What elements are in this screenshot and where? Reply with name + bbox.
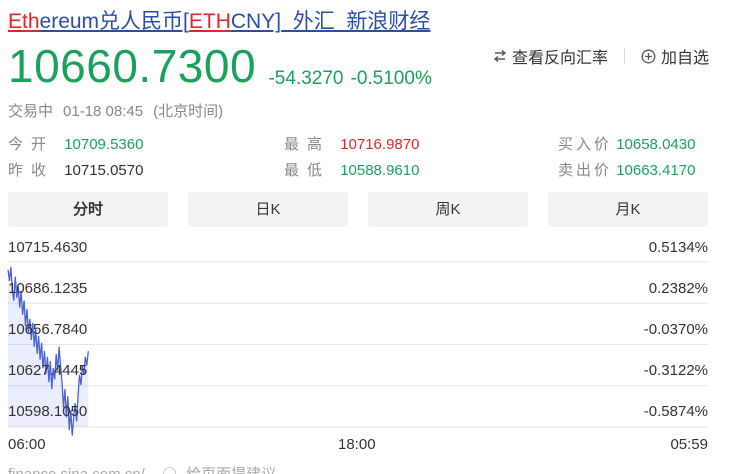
ask-value: 10663.4170 <box>616 162 696 179</box>
high-value: 10716.9870 <box>340 136 420 153</box>
x-tick-start: 06:00 <box>8 436 46 453</box>
change-percent: -0.5100% <box>350 68 432 89</box>
reverse-rate-button[interactable]: 查看反向汇率 <box>493 44 608 68</box>
quote-high: 最高 10716.9870 <box>284 133 419 154</box>
footer-site-link[interactable]: finance.sina.com.cn/ <box>8 466 145 474</box>
quote-prev-close: 昨收 10715.0570 <box>8 159 143 180</box>
prev-close-label: 昨收 <box>8 162 55 179</box>
action-divider <box>623 48 625 64</box>
feedback-icon <box>162 467 176 474</box>
swap-icon <box>493 49 507 63</box>
tab-weekly-k[interactable]: 周K <box>368 192 528 227</box>
title-link-part3[interactable]: ETH <box>189 10 231 33</box>
add-watchlist-label: 加自选 <box>660 50 709 67</box>
y-tick-right-2: -0.0370% <box>643 321 708 338</box>
add-watchlist-button[interactable]: 加自选 <box>641 44 709 68</box>
intraday-chart: 10715.4630 10686.1235 10656.7840 10627.4… <box>0 232 743 474</box>
price-row: 10660.7300 -54.3270 -0.5100% <box>8 38 439 94</box>
trade-status: 交易中 01-18 08:45 (北京时间) <box>8 100 233 121</box>
timezone-label: (北京时间) <box>153 103 224 120</box>
prev-close-value: 10715.0570 <box>64 162 144 179</box>
title-link-part2[interactable]: ereum兑人民币[ <box>40 10 189 33</box>
y-tick-right-4: -0.5874% <box>643 403 708 420</box>
y-tick-left-3: 10627.4445 <box>8 362 88 379</box>
header-actions: 查看反向汇率 加自选 <box>493 44 709 68</box>
y-tick-right-1: 0.2382% <box>648 280 708 297</box>
footer-feedback-link[interactable]: 给页面提建议 <box>186 466 276 474</box>
x-tick-end: 05:59 <box>670 436 708 453</box>
y-tick-left-4: 10598.1050 <box>8 403 88 420</box>
y-tick-right-3: -0.3122% <box>643 362 708 379</box>
trade-time: 01-18 08:45 <box>63 103 144 120</box>
ask-label: 卖出价 <box>558 162 613 179</box>
title-link-part1[interactable]: Eth <box>8 10 40 33</box>
reverse-rate-label: 查看反向汇率 <box>511 50 608 67</box>
quote-bid: 买入价 10658.0430 <box>558 133 695 154</box>
bid-value: 10658.0430 <box>616 136 696 153</box>
plus-circle-icon <box>641 49 656 63</box>
quote-ask: 卖出价 10663.4170 <box>558 159 695 180</box>
quote-low: 最低 10588.9610 <box>284 159 419 180</box>
page-title[interactable]: Ethereum兑人民币[ETHCNY]_外汇_新浪财经 <box>8 8 430 36</box>
last-price: 10660.7300 <box>8 40 257 92</box>
price-change: -54.3270 -0.5100% <box>268 64 438 94</box>
trade-state: 交易中 <box>8 103 54 120</box>
bid-label: 买入价 <box>558 136 613 153</box>
y-tick-left-0: 10715.4630 <box>8 239 88 256</box>
title-link-part4[interactable]: CNY]_外汇_新浪财经 <box>231 10 431 33</box>
y-tick-right-0: 0.5134% <box>648 239 708 256</box>
chart-tabs: 分时 日K 周K 月K <box>8 192 708 227</box>
low-label: 最低 <box>284 162 331 179</box>
page-footer: finance.sina.com.cn/ 给页面提建议 <box>8 463 276 474</box>
tab-monthly-k[interactable]: 月K <box>548 192 708 227</box>
y-tick-left-1: 10686.1235 <box>8 280 88 297</box>
open-label: 今开 <box>8 136 55 153</box>
quote-open: 今开 10709.5360 <box>8 133 143 154</box>
x-tick-mid: 18:00 <box>338 436 376 453</box>
low-value: 10588.9610 <box>340 162 420 179</box>
tab-daily-k[interactable]: 日K <box>188 192 348 227</box>
y-tick-left-2: 10656.7840 <box>8 321 88 338</box>
high-label: 最高 <box>284 136 331 153</box>
change-amount: -54.3270 <box>268 68 344 89</box>
tab-intraday[interactable]: 分时 <box>8 192 168 227</box>
open-value: 10709.5360 <box>64 136 144 153</box>
